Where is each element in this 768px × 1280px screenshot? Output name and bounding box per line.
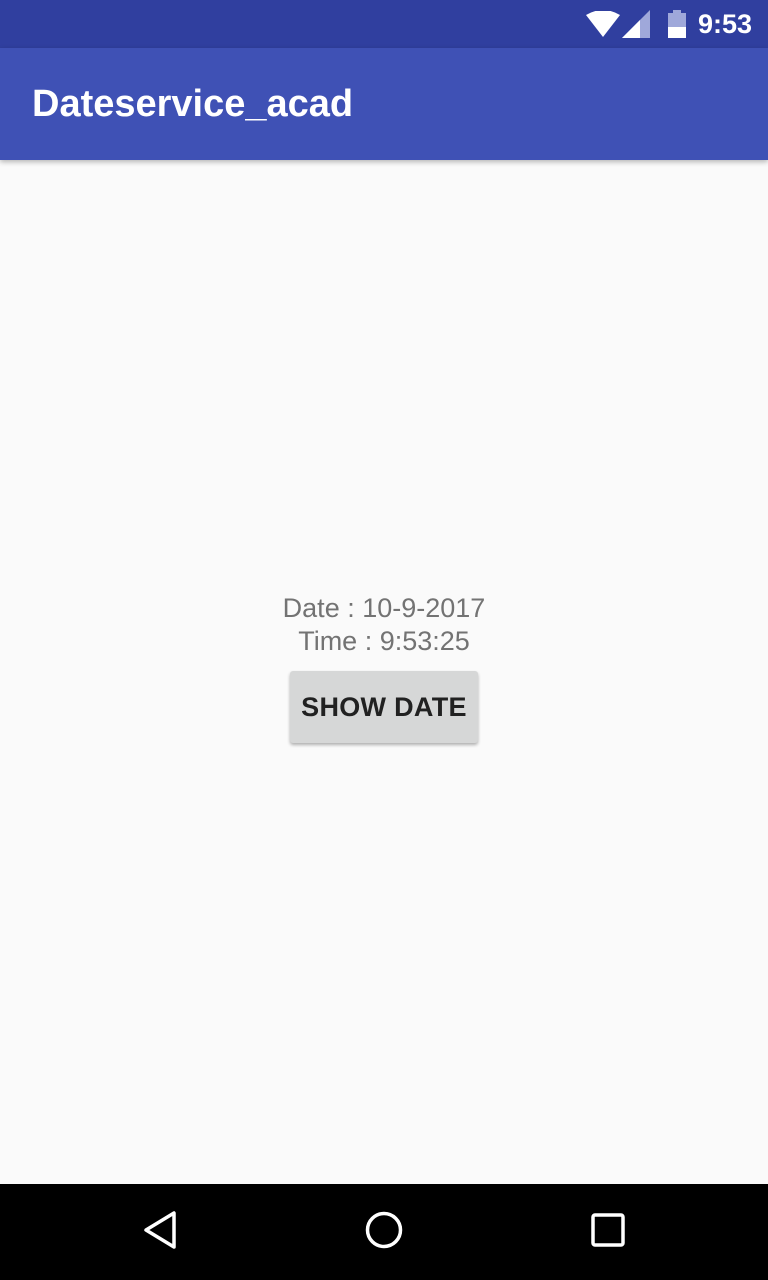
home-button[interactable]: [360, 1208, 408, 1256]
back-icon: [142, 1210, 178, 1255]
show-date-button[interactable]: SHOW DATE: [290, 671, 478, 743]
battery-icon: [667, 10, 686, 38]
home-icon: [364, 1210, 404, 1255]
status-clock: 9:53: [697, 9, 752, 39]
app-screen: 9:53 Dateservice_acad Date : 10-9-2017 T…: [0, 0, 768, 1280]
recents-icon: [590, 1212, 626, 1253]
wifi-icon: [585, 11, 620, 37]
time-text: Time : 9:53:25: [298, 626, 470, 656]
status-icons: 9:53: [585, 0, 752, 48]
status-bar: 9:53: [0, 0, 768, 48]
app-title: Dateservice_acad: [32, 83, 354, 125]
back-button[interactable]: [136, 1208, 184, 1256]
app-bar: Dateservice_acad: [0, 48, 768, 160]
navigation-bar: [0, 1184, 768, 1280]
main-content: Date : 10-9-2017 Time : 9:53:25 SHOW DAT…: [0, 160, 768, 1184]
recents-button[interactable]: [584, 1208, 632, 1256]
date-text: Date : 10-9-2017: [282, 593, 486, 623]
signal-icon: [621, 10, 650, 38]
